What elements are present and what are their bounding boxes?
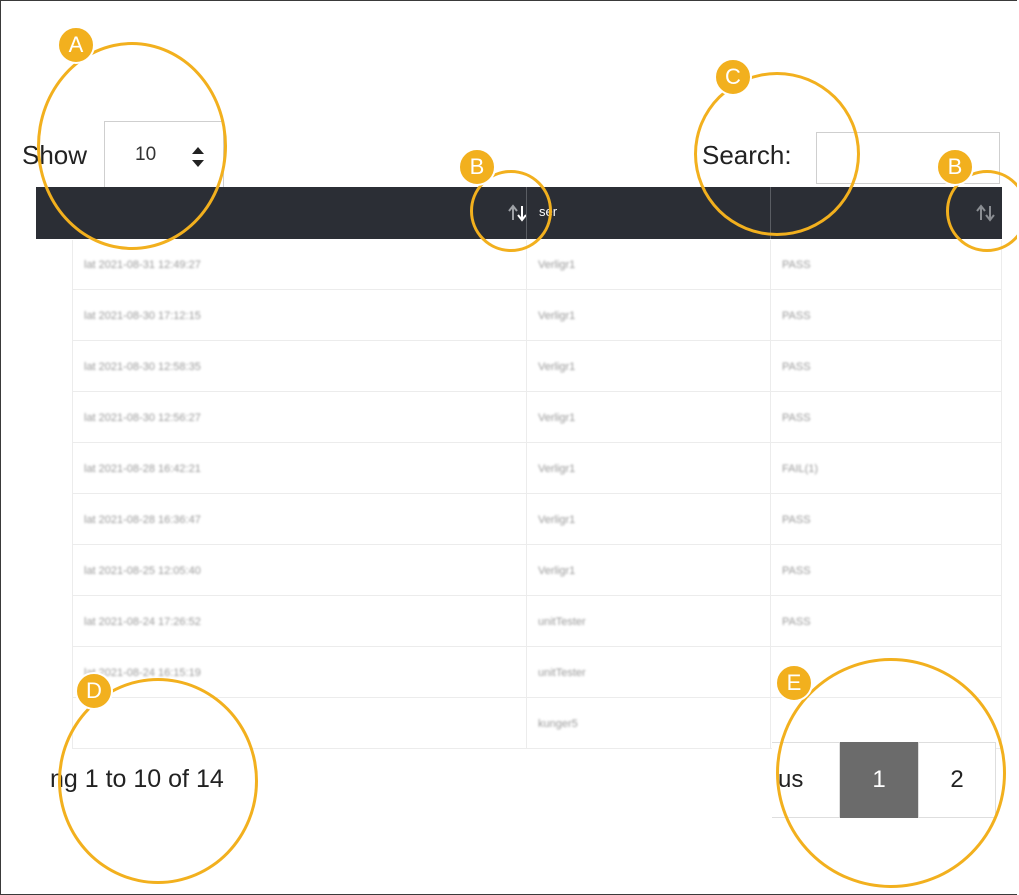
cell-date: lat 2021-08-28 16:42:21 xyxy=(84,463,201,475)
cell-result: PASS xyxy=(782,361,811,373)
table-row[interactable]: lat 2021-08-28 16:42:21 Verligr1 FAIL(1) xyxy=(72,444,1002,494)
previous-page-button[interactable]: us xyxy=(772,742,840,818)
column-header-user[interactable]: ser xyxy=(526,187,770,239)
cell-user: Verligr1 xyxy=(538,310,576,322)
table-header: ser xyxy=(36,187,1002,239)
cell-date: lat 2021-08-24 16:15:19 xyxy=(84,667,201,679)
cell-user: Verligr1 xyxy=(538,259,576,271)
up-down-caret-icon xyxy=(189,142,207,172)
cell-user: unitTester xyxy=(538,667,586,679)
table-info-text: ng 1 to 10 of 14 xyxy=(50,765,224,793)
search-input[interactable] xyxy=(816,132,1000,184)
sort-arrows-icon[interactable] xyxy=(974,201,998,225)
entries-per-page-select[interactable]: 10 xyxy=(104,121,224,191)
callout-badge-a: A xyxy=(57,26,95,64)
cell-result xyxy=(782,648,982,698)
cell-result: PASS xyxy=(782,514,811,526)
cell-date xyxy=(84,699,524,749)
cell-result: FAIL(1) xyxy=(782,463,819,475)
column-header-date[interactable] xyxy=(36,187,526,239)
callout-badge-c: C xyxy=(714,58,752,96)
cell-date: lat 2021-08-28 16:36:47 xyxy=(84,514,201,526)
cell-user: Verligr1 xyxy=(538,361,576,373)
cell-result: PASS xyxy=(782,565,811,577)
table-row[interactable]: lat 2021-08-24 17:26:52 unitTester PASS xyxy=(72,597,1002,647)
cell-date: lat 2021-08-30 17:12:15 xyxy=(84,310,201,322)
cell-result: PASS xyxy=(782,259,811,271)
cell-date: lat 2021-08-25 12:05:40 xyxy=(84,565,201,577)
table-row[interactable]: lat 2021-08-24 16:15:19 unitTester xyxy=(72,648,1002,698)
cell-user: Verligr1 xyxy=(538,514,576,526)
cell-result: PASS xyxy=(782,310,811,322)
cell-user: Verligr1 xyxy=(538,412,576,424)
table-row[interactable]: lat 2021-08-31 12:49:27 Verligr1 PASS xyxy=(72,240,1002,290)
column-header-result[interactable] xyxy=(770,187,1003,239)
page-button-1[interactable]: 1 xyxy=(840,742,918,818)
callout-badge-d: D xyxy=(75,672,113,710)
show-entries-label: Show xyxy=(22,140,88,170)
search-label: Search: xyxy=(702,140,792,170)
cell-user: unitTester xyxy=(538,616,586,628)
callout-badge-b2: B xyxy=(936,148,974,186)
cell-date: lat 2021-08-31 12:49:27 xyxy=(84,259,201,271)
cell-date: lat 2021-08-24 17:26:52 xyxy=(84,616,201,628)
page-button-2[interactable]: 2 xyxy=(918,742,996,818)
table-row[interactable]: lat 2021-08-30 17:12:15 Verligr1 PASS xyxy=(72,291,1002,341)
cell-user: kunger5 xyxy=(538,718,578,730)
cell-result: PASS xyxy=(782,616,811,628)
table-row[interactable]: lat 2021-08-30 12:56:27 Verligr1 PASS xyxy=(72,393,1002,443)
cell-user: Verligr1 xyxy=(538,565,576,577)
cell-date: lat 2021-08-30 12:58:35 xyxy=(84,361,201,373)
cell-date: lat 2021-08-30 12:56:27 xyxy=(84,412,201,424)
table-row[interactable]: lat 2021-08-25 12:05:40 Verligr1 PASS xyxy=(72,546,1002,596)
cell-user: Verligr1 xyxy=(538,463,576,475)
cell-result: PASS xyxy=(782,412,811,424)
entries-per-page-value: 10 xyxy=(135,144,157,165)
table-row[interactable]: lat 2021-08-28 16:36:47 Verligr1 PASS xyxy=(72,495,1002,545)
table-row[interactable]: lat 2021-08-30 12:58:35 Verligr1 PASS xyxy=(72,342,1002,392)
callout-badge-e: E xyxy=(775,664,813,702)
callout-badge-b: B xyxy=(458,148,496,186)
